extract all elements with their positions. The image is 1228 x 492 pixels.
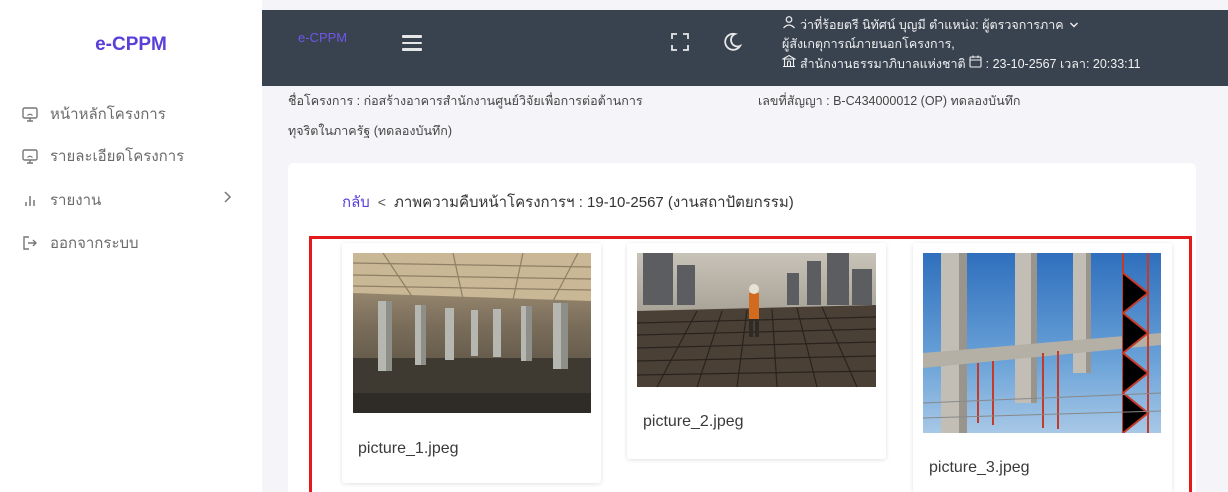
sidebar-item-label: ออกจากระบบ (50, 235, 139, 252)
topbar-brand[interactable]: e-CPPM (298, 30, 347, 45)
chevron-right-icon (222, 190, 232, 208)
top-navbar: e-CPPM ว่าที่ร้อยตรี นิทัศน์ บุญมี ตำแหน… (262, 10, 1228, 86)
menu-toggle-icon[interactable] (402, 35, 422, 51)
calendar-icon (969, 55, 986, 74)
project-name: ชื่อโครงการ : ก่อสร้างอาคารสำนักงานศูนย์… (288, 94, 643, 108)
user-name-row[interactable]: ว่าที่ร้อยตรี นิทัศน์ บุญมี ตำแหน่ง: ผู้… (782, 15, 1141, 35)
sidebar-item-label: หน้าหลักโครงการ (50, 106, 166, 123)
monitor-icon (20, 146, 40, 166)
organization-name: สำนักงานธรรมาภิบาลแห่งชาติ (800, 56, 966, 71)
fullscreen-icon[interactable] (670, 32, 690, 52)
sidebar-item-label: รายละเอียดโครงการ (50, 148, 185, 165)
monitor-icon (20, 104, 40, 124)
sidebar: e-CPPM หน้าหลักโครงการ รายละเอียดโครงการ… (0, 0, 262, 492)
sidebar-item-project-details[interactable]: รายละเอียดโครงการ (20, 143, 242, 169)
building-icon (780, 54, 800, 74)
contract-number: เลขที่สัญญา : B-C434000012 (OP) ทดลองบัน… (758, 94, 1021, 108)
user-role-row: ผู้สังเกตุการณ์ภายนอกโครงการ, (782, 35, 1141, 54)
sidebar-item-project-home[interactable]: หน้าหลักโครงการ (20, 101, 242, 127)
org-date-row: สำนักงานธรรมาภิบาลแห่งชาติ : 23-10-2567 … (780, 54, 1141, 74)
logout-icon (20, 233, 40, 253)
date-time: : 23-10-2567 เวลา: 20:33:11 (985, 56, 1141, 71)
sidebar-item-label: รายงาน (50, 192, 102, 209)
back-link[interactable]: กลับ (342, 190, 370, 214)
breadcrumb-separator: < (377, 194, 386, 210)
sidebar-item-reports[interactable]: รายงาน (20, 187, 242, 213)
project-name-continued: ทุจริตในภาครัฐ (ทดลองบันทึก) (288, 124, 452, 138)
breadcrumb: กลับ < ภาพความคืบหน้าโครงการฯ : 19-10-25… (342, 190, 794, 214)
user-role: ผู้สังเกตุการณ์ภายนอกโครงการ, (782, 37, 955, 51)
chevron-down-icon[interactable] (1069, 16, 1083, 35)
user-icon (782, 15, 800, 35)
sidebar-brand-logo[interactable]: e-CPPM (0, 34, 262, 56)
bar-chart-icon (20, 190, 40, 210)
highlight-box (309, 236, 1192, 492)
user-name-position: ว่าที่ร้อยตรี นิทัศน์ บุญมี ตำแหน่ง: ผู้… (800, 17, 1064, 32)
dark-mode-moon-icon[interactable] (721, 31, 743, 53)
user-info-panel[interactable]: ว่าที่ร้อยตรี นิทัศน์ บุญมี ตำแหน่ง: ผู้… (780, 15, 1141, 74)
page-title: ภาพความคืบหน้าโครงการฯ : 19-10-2567 (งาน… (393, 194, 794, 211)
sidebar-item-logout[interactable]: ออกจากระบบ (20, 230, 242, 256)
